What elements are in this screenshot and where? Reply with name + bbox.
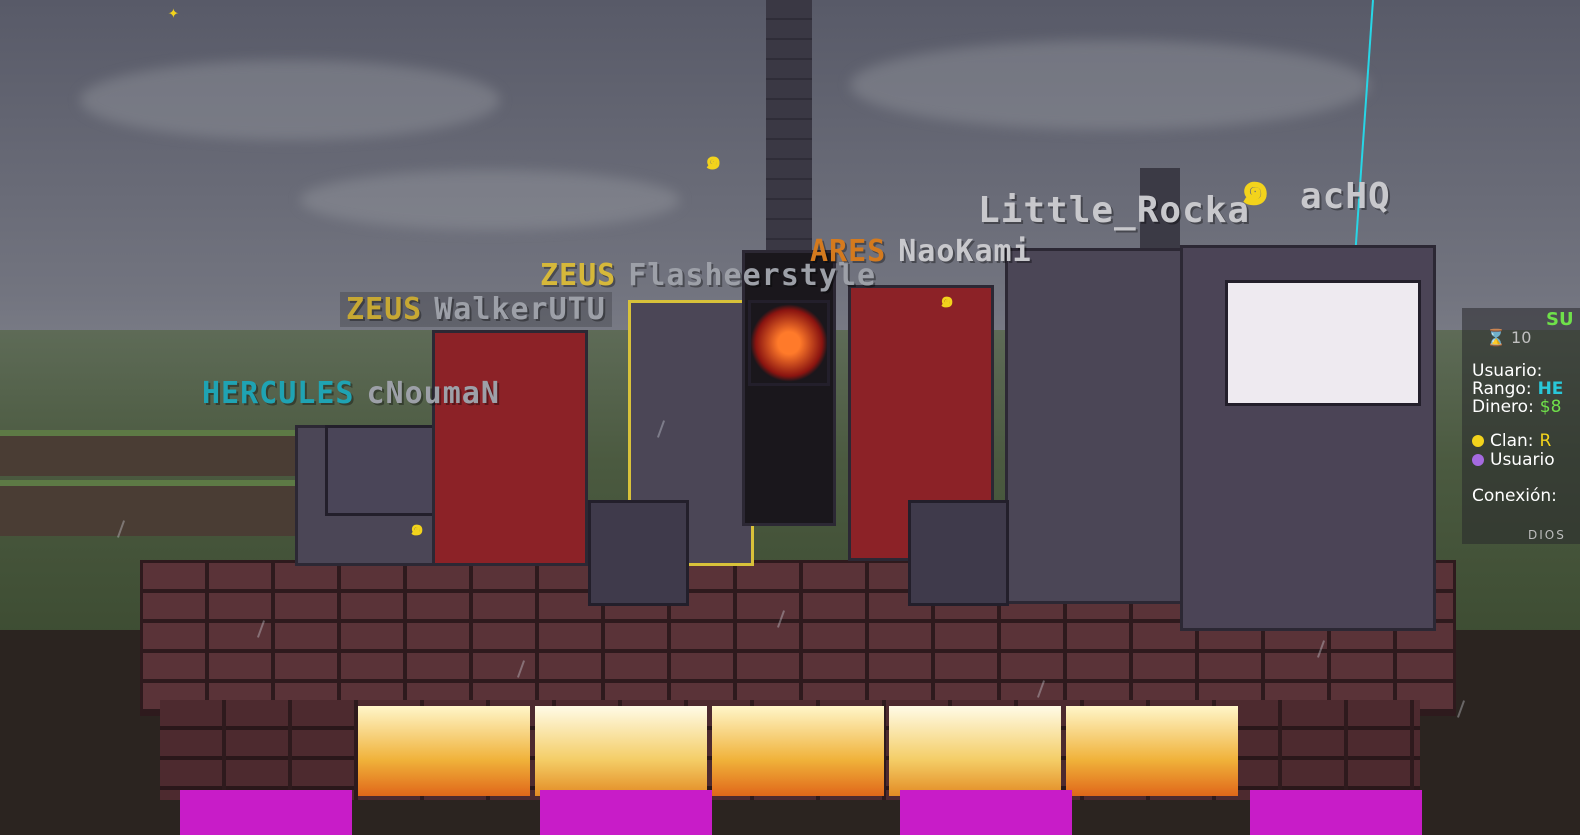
player-head [748, 300, 830, 386]
nametag-walkerutu: ZEUS WalkerUTU [340, 292, 612, 327]
conexion-label: Conexión: [1472, 486, 1557, 506]
shroomlight-block [358, 706, 530, 796]
spark-particle-icon: ✦ [168, 2, 179, 23]
scoreboard-usuario2: Usuario [1472, 451, 1555, 470]
cloud [300, 170, 680, 230]
player-name: acHQ [1300, 176, 1391, 217]
clan-icon [1472, 435, 1484, 447]
shroomlight-block [535, 706, 707, 796]
dinero-label: Dinero: [1472, 397, 1534, 417]
game-viewport[interactable]: ZEUS Flasheerstyle ZEUS WalkerUTU HERCULES… [0, 0, 1580, 835]
rank-label: ZEUS [346, 292, 423, 327]
spiral-particle-icon: ๑ [410, 516, 424, 541]
player-head [1225, 280, 1421, 406]
spiral-particle-icon: ๑ [940, 288, 954, 313]
rank-label: HERCULES [202, 376, 355, 411]
nametag-achq: acHQ [1300, 176, 1391, 217]
purple-block [540, 790, 712, 835]
rank-label: ZEUS [540, 258, 617, 293]
clan-label: Clan: [1490, 431, 1534, 451]
armor-stand-head [588, 500, 689, 606]
moon-icon [1472, 454, 1484, 466]
dirt-terrace [0, 480, 330, 536]
shroomlight-block [1066, 706, 1238, 796]
scoreboard-footer: DIOS [1528, 528, 1566, 542]
scoreboard-timer: ⌛ 10 [1486, 328, 1532, 347]
player-name: WalkerUTU [434, 292, 606, 327]
rango-label: Rango: [1472, 379, 1532, 399]
shroomlight-block [712, 706, 884, 796]
purple-block [180, 790, 352, 835]
armor-stand-head [908, 500, 1009, 606]
player-name: NaoKami [898, 234, 1032, 269]
purple-block [1250, 790, 1422, 835]
player-model[interactable] [432, 330, 588, 566]
player-name: Little_Rocka [978, 190, 1251, 231]
cloud [850, 40, 1370, 130]
scoreboard-sidebar: SU ⌛ 10 Usuario: Rango: HE Dinero: $8 Clan… [1462, 308, 1580, 544]
dinero-value: $8 [1539, 397, 1562, 417]
player-name: cNoumaN [366, 376, 500, 411]
spiral-particle-icon: ๑ [705, 146, 722, 176]
rank-label: ARES [810, 234, 887, 269]
cloud [80, 60, 500, 140]
dirt-terrace [0, 430, 300, 476]
scoreboard-conexion: Conexión: [1472, 487, 1557, 506]
scoreboard-dinero: Dinero: $8 [1472, 398, 1561, 417]
scoreboard-clan: Clan: R [1472, 432, 1551, 451]
clan-value: R [1539, 431, 1552, 451]
spiral-particle-icon: ๑ [1240, 160, 1271, 216]
usuario-label: Usuario: [1472, 361, 1543, 381]
purple-block [900, 790, 1072, 835]
usuario2-label: Usuario [1490, 450, 1555, 470]
scoreboard-title: SU [1546, 309, 1574, 330]
nametag-naokami: ARES NaoKami [810, 234, 1032, 269]
nametag-cnouman: HERCULES cNoumaN [202, 376, 500, 411]
nametag-little-rocka: Little_Rocka [978, 190, 1250, 231]
obsidian-pillar [766, 0, 812, 250]
rango-value: HE [1537, 379, 1564, 399]
player-head [325, 425, 441, 516]
shroomlight-block [889, 706, 1061, 796]
